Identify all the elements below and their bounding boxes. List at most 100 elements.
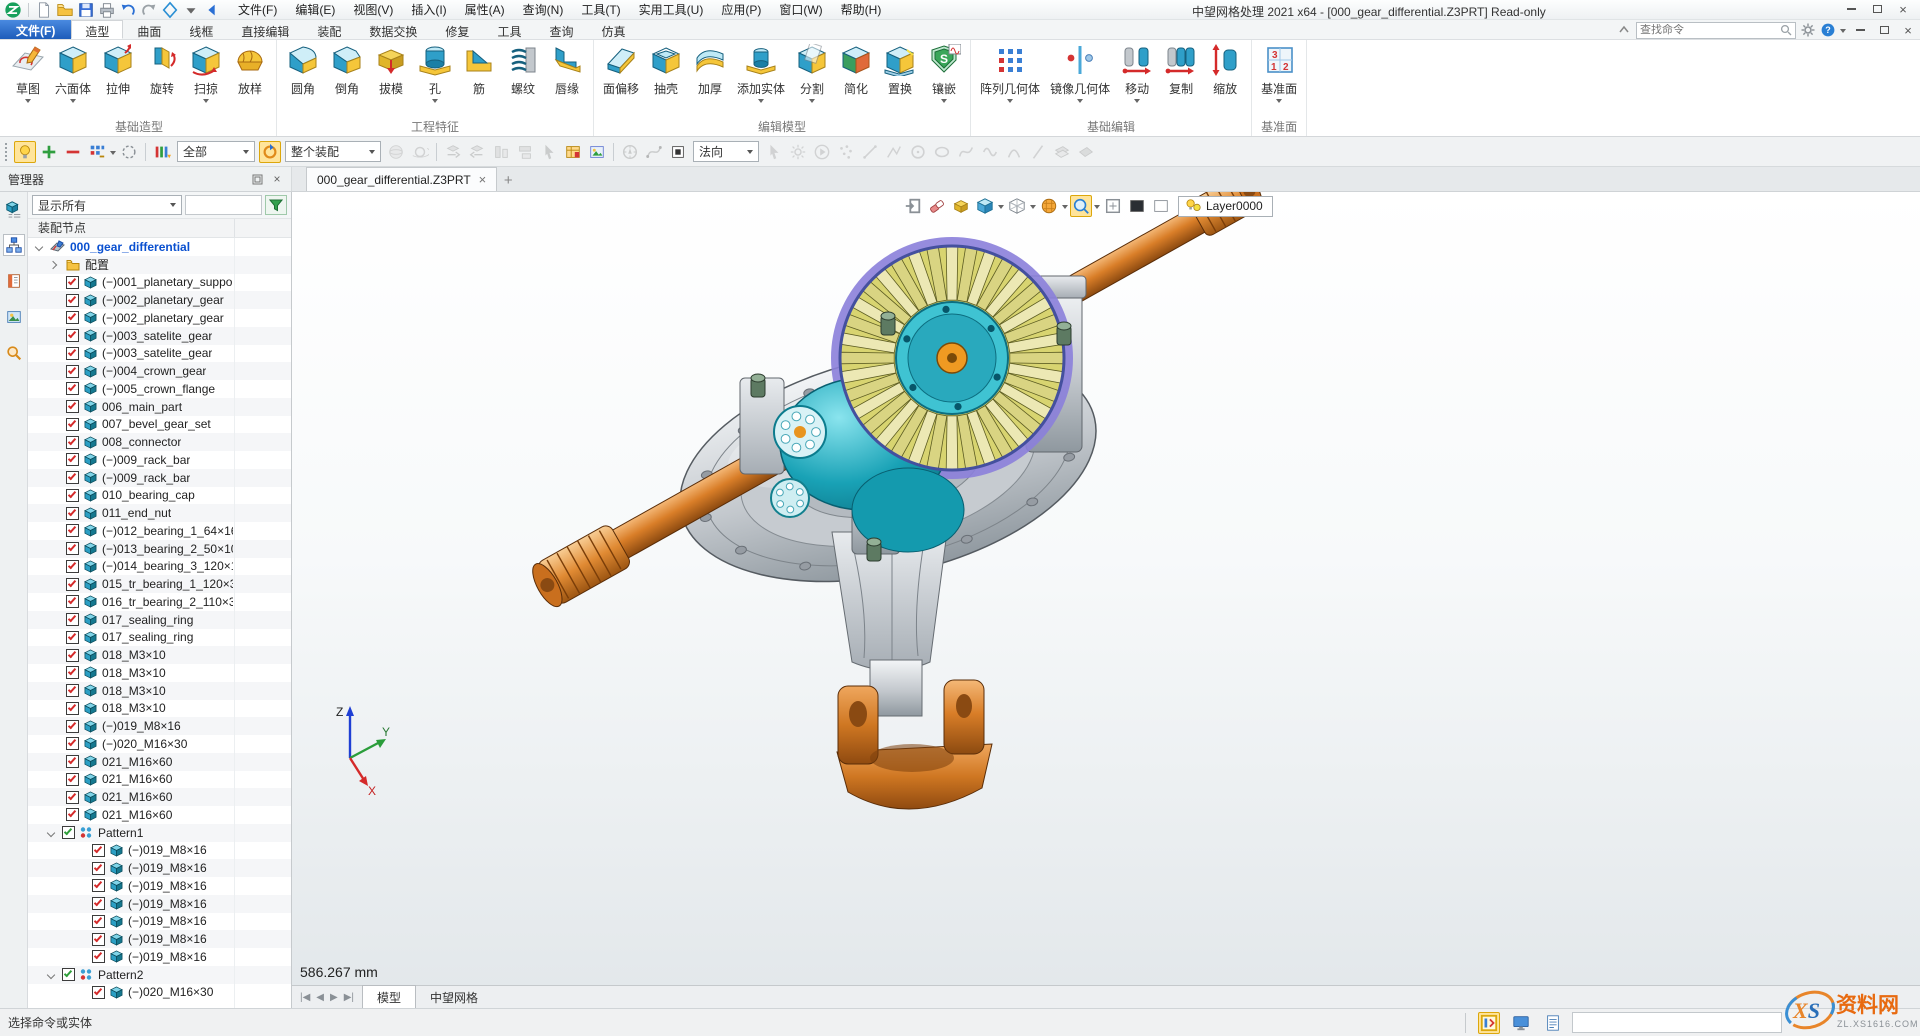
sheet-tab-1[interactable]: 中望网格 (416, 986, 492, 1008)
part-manager-icon[interactable] (3, 198, 25, 220)
color-filter-icon[interactable] (151, 141, 173, 163)
tree-part-item[interactable]: 017_sealing_ring (28, 611, 291, 629)
help-icon[interactable]: ? (1820, 22, 1836, 38)
visibility-checkbox[interactable] (66, 524, 79, 537)
3d-viewport[interactable]: Layer0000 (292, 192, 1920, 1008)
visibility-checkbox[interactable] (66, 507, 79, 520)
tree-part-item[interactable]: 011_end_nut (28, 504, 291, 522)
chevron-right-icon[interactable] (49, 260, 57, 268)
restore-button[interactable] (1864, 0, 1890, 18)
tree-part-item[interactable]: (−)009_rack_bar (28, 451, 291, 469)
tree-pattern-item[interactable]: Pattern1 (28, 824, 291, 842)
ribbon-tab-5[interactable]: 数据交换 (355, 20, 431, 39)
render-display-icon[interactable] (1038, 195, 1060, 217)
redo-icon[interactable] (140, 1, 158, 19)
chevron-down-icon[interactable] (1062, 205, 1068, 209)
tree-part-item[interactable]: 017_sealing_ring (28, 629, 291, 647)
monitor-icon[interactable] (1510, 1012, 1532, 1034)
light-background-icon[interactable] (1150, 195, 1172, 217)
doc-restore-button[interactable] (1874, 21, 1894, 39)
visibility-checkbox[interactable] (66, 542, 79, 555)
tree-part-item[interactable]: 018_M3×10 (28, 646, 291, 664)
menu-item-10[interactable]: 帮助(H) (832, 0, 891, 20)
first-sheet-icon[interactable]: |◀ (300, 992, 310, 1003)
visibility-checkbox[interactable] (92, 862, 105, 875)
copy-button[interactable]: 复制 (1159, 41, 1203, 104)
swatch-icon[interactable] (667, 141, 689, 163)
lasso-icon[interactable] (118, 141, 140, 163)
chevron-down-icon[interactable] (203, 99, 209, 103)
tree-part-item[interactable]: (−)019_M8×16 (28, 842, 291, 860)
draft-button[interactable]: 拔模 (369, 41, 413, 104)
tree-part-item[interactable]: (−)003_satelite_gear (28, 345, 291, 363)
menu-item-2[interactable]: 视图(V) (344, 0, 402, 20)
tree-folder-item[interactable]: 配置 (28, 256, 291, 274)
revolve-button[interactable]: 旋转 (140, 41, 184, 104)
add-entity-icon[interactable] (38, 141, 60, 163)
visibility-checkbox[interactable] (66, 489, 79, 502)
print-icon[interactable] (98, 1, 116, 19)
tree-part-item[interactable]: (−)019_M8×16 (28, 859, 291, 877)
doc-minimize-button[interactable] (1850, 21, 1870, 39)
chevron-down-icon[interactable] (1134, 99, 1140, 103)
menu-item-7[interactable]: 实用工具(U) (630, 0, 713, 20)
visibility-checkbox[interactable] (66, 720, 79, 733)
visibility-checkbox[interactable] (66, 595, 79, 608)
tree-part-item[interactable]: (−)003_satelite_gear (28, 327, 291, 345)
tree-part-item[interactable]: 021_M16×60 (28, 806, 291, 824)
tree-part-item[interactable]: (−)001_planetary_suppor (28, 274, 291, 292)
tree-part-item[interactable]: 018_M3×10 (28, 682, 291, 700)
visibility-checkbox[interactable] (66, 365, 79, 378)
undo-icon[interactable] (119, 1, 137, 19)
normal-dropdown[interactable]: 法向 (693, 141, 759, 162)
visibility-checkbox[interactable] (66, 560, 79, 573)
save-icon[interactable] (77, 1, 95, 19)
ribbon-tab-7[interactable]: 工具 (483, 20, 535, 39)
app-logo-icon[interactable] (4, 1, 22, 19)
menu-item-1[interactable]: 编辑(E) (286, 0, 344, 20)
tree-part-item[interactable]: (−)004_crown_gear (28, 362, 291, 380)
history-manager-icon[interactable] (3, 270, 25, 292)
add-body-button[interactable]: 添加实体 (732, 41, 790, 104)
tree-part-item[interactable]: 021_M16×60 (28, 753, 291, 771)
chevron-down-icon[interactable] (941, 99, 947, 103)
visibility-checkbox[interactable] (66, 737, 79, 750)
ribbon-tab-0[interactable]: 造型 (71, 20, 123, 39)
chevron-down-icon[interactable] (1094, 205, 1100, 209)
panel-close-icon[interactable]: × (269, 171, 285, 187)
visibility-checkbox[interactable] (66, 773, 79, 786)
face-offset-button[interactable]: 面偏移 (598, 41, 644, 104)
new-document-tab-button[interactable]: + (497, 169, 519, 191)
tree-part-item[interactable]: (−)019_M8×16 (28, 895, 291, 913)
tree-part-item[interactable]: 007_bevel_gear_set (28, 416, 291, 434)
document-icon[interactable] (1542, 1012, 1564, 1034)
tree-part-item[interactable]: 018_M3×10 (28, 700, 291, 718)
scope-dropdown[interactable]: 整个装配 (285, 141, 381, 162)
auto-regen-icon[interactable] (259, 141, 281, 163)
visibility-checkbox[interactable] (66, 382, 79, 395)
tree-part-item[interactable]: (−)019_M8×16 (28, 930, 291, 948)
tessellate-button[interactable]: S镶嵌 (922, 41, 966, 104)
tree-part-item[interactable]: (−)019_M8×16 (28, 948, 291, 966)
simplify-button[interactable]: 简化 (834, 41, 878, 104)
tree-part-item[interactable]: (−)012_bearing_1_64×16 (28, 522, 291, 540)
visibility-checkbox[interactable] (66, 418, 79, 431)
gear-icon[interactable] (1800, 22, 1816, 38)
visibility-checkbox[interactable] (66, 808, 79, 821)
search-input[interactable] (1640, 24, 1780, 36)
open-file-icon[interactable] (56, 1, 74, 19)
menu-item-4[interactable]: 属性(A) (456, 0, 514, 20)
visibility-checkbox[interactable] (66, 329, 79, 342)
ribbon-tab-9[interactable]: 仿真 (587, 20, 639, 39)
fullscreen-icon[interactable] (1102, 195, 1124, 217)
new-file-icon[interactable] (35, 1, 53, 19)
chevron-down-icon[interactable] (47, 970, 55, 978)
split-button[interactable]: 分割 (790, 41, 834, 104)
ribbon-tab-2[interactable]: 线框 (175, 20, 227, 39)
tree-pattern-item[interactable]: Pattern2 (28, 966, 291, 984)
minimize-button[interactable] (1838, 0, 1864, 18)
visibility-checkbox[interactable] (66, 666, 79, 679)
tree-part-item[interactable]: 010_bearing_cap (28, 487, 291, 505)
visibility-checkbox[interactable] (66, 702, 79, 715)
sweep-button[interactable]: 扫掠 (184, 41, 228, 104)
